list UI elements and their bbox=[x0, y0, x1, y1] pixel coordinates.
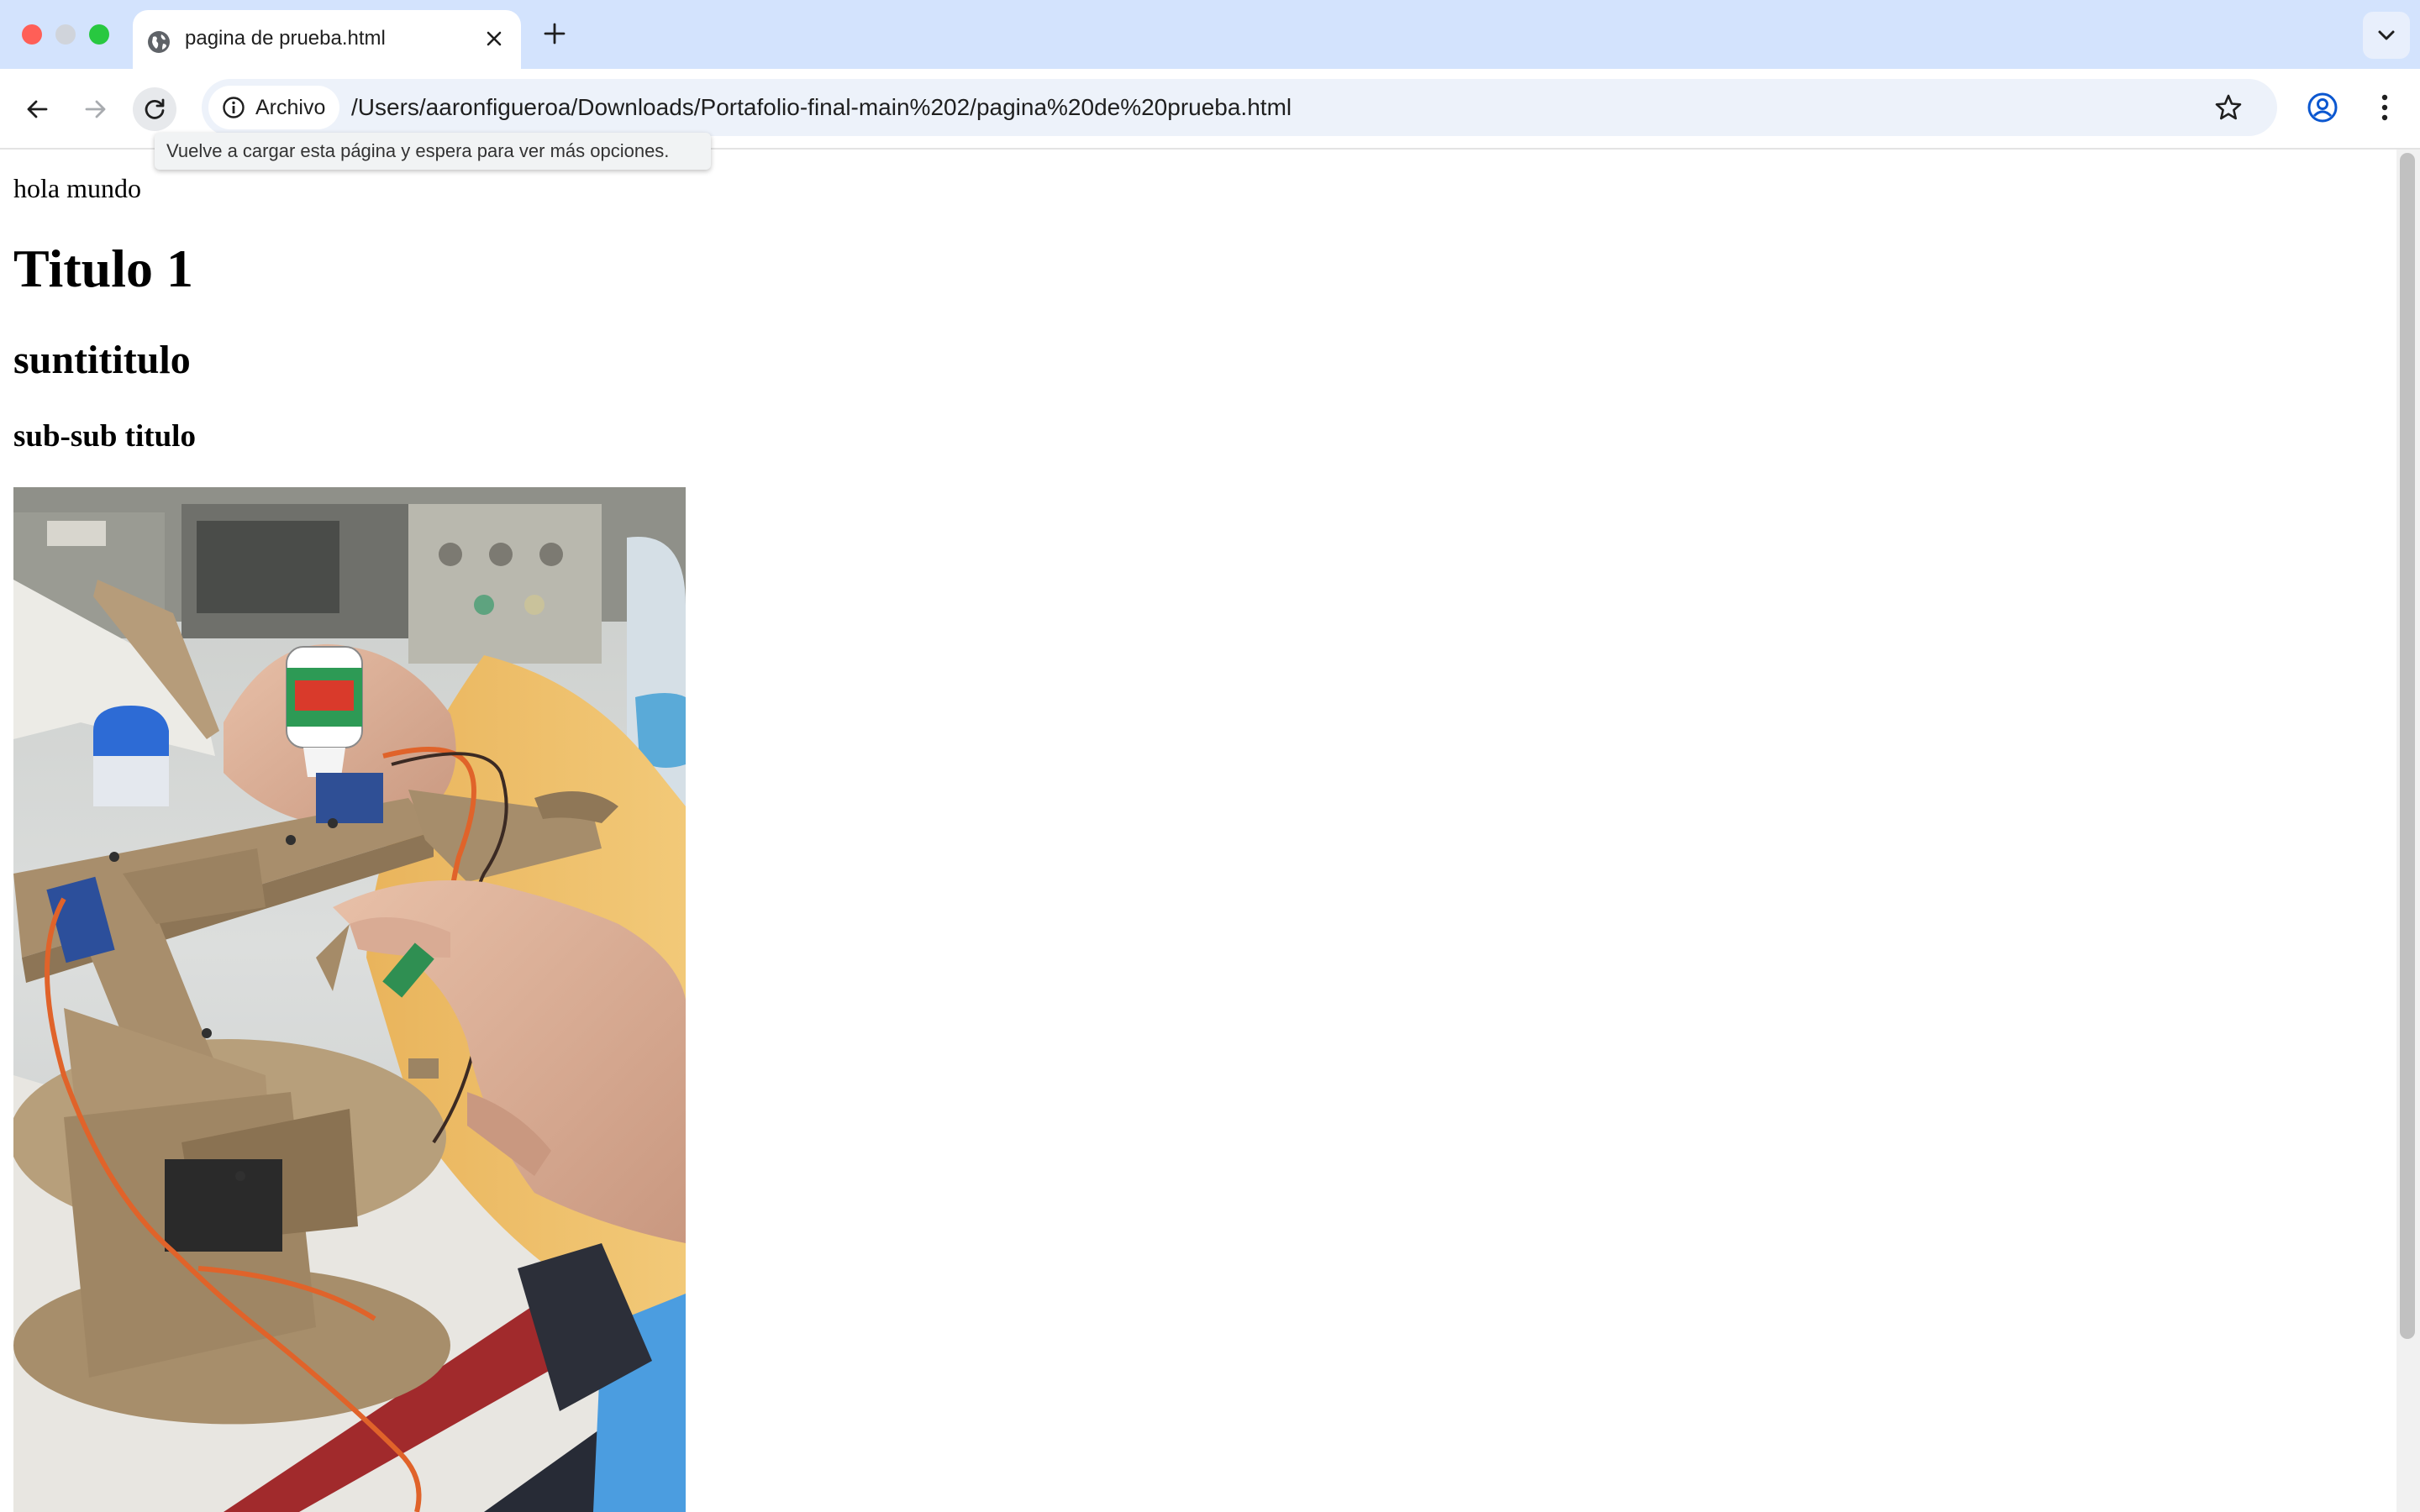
site-info-chip[interactable]: Archivo bbox=[208, 86, 339, 129]
heading-2: suntititulo bbox=[13, 338, 191, 382]
window-minimize-button[interactable] bbox=[55, 24, 76, 45]
globe-icon bbox=[148, 31, 170, 53]
arrow-right-icon bbox=[85, 100, 106, 118]
address-bar[interactable]: Archivo /Users/aaronfigueroa/Downloads/P… bbox=[202, 79, 2277, 136]
close-icon bbox=[487, 31, 502, 46]
browser-menu-button[interactable] bbox=[2363, 86, 2407, 129]
back-button[interactable] bbox=[15, 87, 59, 131]
heading-1: Titulo 1 bbox=[13, 239, 193, 298]
scrollbar-thumb[interactable] bbox=[2400, 153, 2415, 1339]
url-text[interactable]: /Users/aaronfigueroa/Downloads/Portafoli… bbox=[351, 91, 1292, 124]
info-icon bbox=[223, 97, 245, 118]
page-scrollbar[interactable] bbox=[2396, 150, 2420, 1512]
tab-title: pagina de prueba.html bbox=[185, 27, 386, 50]
window-zoom-button[interactable] bbox=[89, 24, 109, 45]
arrow-left-icon bbox=[27, 100, 48, 118]
star-icon bbox=[2215, 94, 2242, 120]
profile-icon bbox=[2307, 92, 2338, 123]
forward-button[interactable] bbox=[74, 87, 118, 131]
reload-button[interactable] bbox=[133, 87, 176, 131]
robot-arm-photo bbox=[13, 487, 686, 1512]
tab-strip: pagina de prueba.html bbox=[0, 0, 2420, 69]
site-info-label: Archivo bbox=[255, 96, 326, 119]
window-close-button[interactable] bbox=[22, 24, 42, 45]
plus-icon bbox=[544, 23, 566, 45]
bookmark-button[interactable] bbox=[2212, 91, 2245, 124]
reload-tooltip-text: Vuelve a cargar esta página y espera par… bbox=[166, 140, 670, 161]
chevron-down-icon bbox=[2378, 30, 2395, 40]
browser-tab[interactable]: pagina de prueba.html bbox=[133, 10, 521, 69]
reload-tooltip: Vuelve a cargar esta página y espera par… bbox=[155, 133, 711, 170]
reload-icon bbox=[145, 98, 165, 119]
kebab-menu-icon bbox=[2381, 94, 2388, 121]
heading-3: sub-sub titulo bbox=[13, 419, 196, 454]
tab-close-button[interactable] bbox=[477, 22, 511, 55]
page-content: hola mundo Titulo 1 suntititulo sub-sub … bbox=[0, 150, 2396, 1512]
paragraph-text: hola mundo bbox=[13, 173, 141, 203]
profile-button[interactable] bbox=[2301, 86, 2344, 129]
tab-search-button[interactable] bbox=[2363, 12, 2410, 59]
new-tab-button[interactable] bbox=[538, 17, 571, 50]
